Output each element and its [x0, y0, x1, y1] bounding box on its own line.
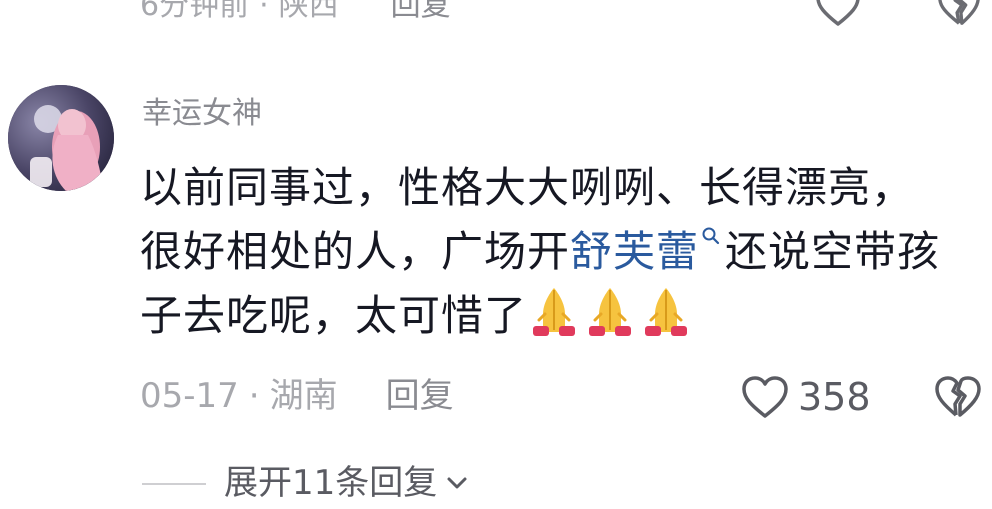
- chevron-down-icon: [447, 477, 467, 489]
- search-link[interactable]: 舒芙蕾: [570, 227, 699, 276]
- comment-meta: 05-17 · 湖南 回复: [140, 373, 454, 419]
- pray-emoji-icon: [533, 288, 576, 336]
- comment-line: 以前同事过，性格大大咧咧、长得漂亮，: [140, 163, 915, 212]
- like-count: 358: [798, 375, 871, 419]
- previous-comment-location: 陕西: [278, 0, 339, 23]
- previous-comment-time: 6分钟前: [140, 0, 250, 23]
- comment-text: 以前同事过，性格大大咧咧、长得漂亮， 很好相处的人，广场开舒芙蕾 还说空带孩 子去…: [140, 156, 980, 348]
- heart-icon[interactable]: [814, 0, 862, 30]
- search-icon[interactable]: [701, 226, 721, 246]
- reply-button[interactable]: 回复: [386, 376, 454, 416]
- broken-heart-icon[interactable]: [936, 0, 982, 30]
- meta-separator: ·: [259, 0, 269, 23]
- comment-line-segment: 很好相处的人，广场开: [140, 227, 571, 276]
- comment-date: 05-17: [140, 376, 239, 416]
- avatar[interactable]: [8, 85, 114, 191]
- expand-divider: [142, 483, 206, 485]
- comment-line: 很好相处的人，广场开舒芙蕾 还说空带孩: [140, 220, 980, 284]
- heart-icon[interactable]: [740, 374, 790, 420]
- previous-comment-meta: 6分钟前 · 陕西 回复: [140, 0, 451, 26]
- meta-separator: ·: [248, 376, 260, 416]
- like-button[interactable]: 358: [740, 372, 871, 422]
- pray-emoji-icon: [589, 288, 632, 336]
- broken-heart-icon[interactable]: [934, 373, 982, 421]
- previous-reply-button[interactable]: 回复: [391, 0, 451, 23]
- avatar-image: [8, 85, 114, 191]
- comment-line-segment: 子去吃呢，太可惜了: [140, 291, 528, 340]
- comment-location: 湖南: [269, 376, 338, 416]
- comment-line: 子去吃呢，太可惜了: [140, 284, 980, 348]
- comment-line-segment: 还说空带孩: [725, 227, 941, 276]
- pray-emoji-icon: [645, 288, 688, 336]
- expand-replies-button[interactable]: 展开11条回复: [224, 460, 471, 506]
- comment-username[interactable]: 幸运女神: [142, 94, 262, 134]
- expand-replies-label: 展开11条回复: [224, 463, 438, 503]
